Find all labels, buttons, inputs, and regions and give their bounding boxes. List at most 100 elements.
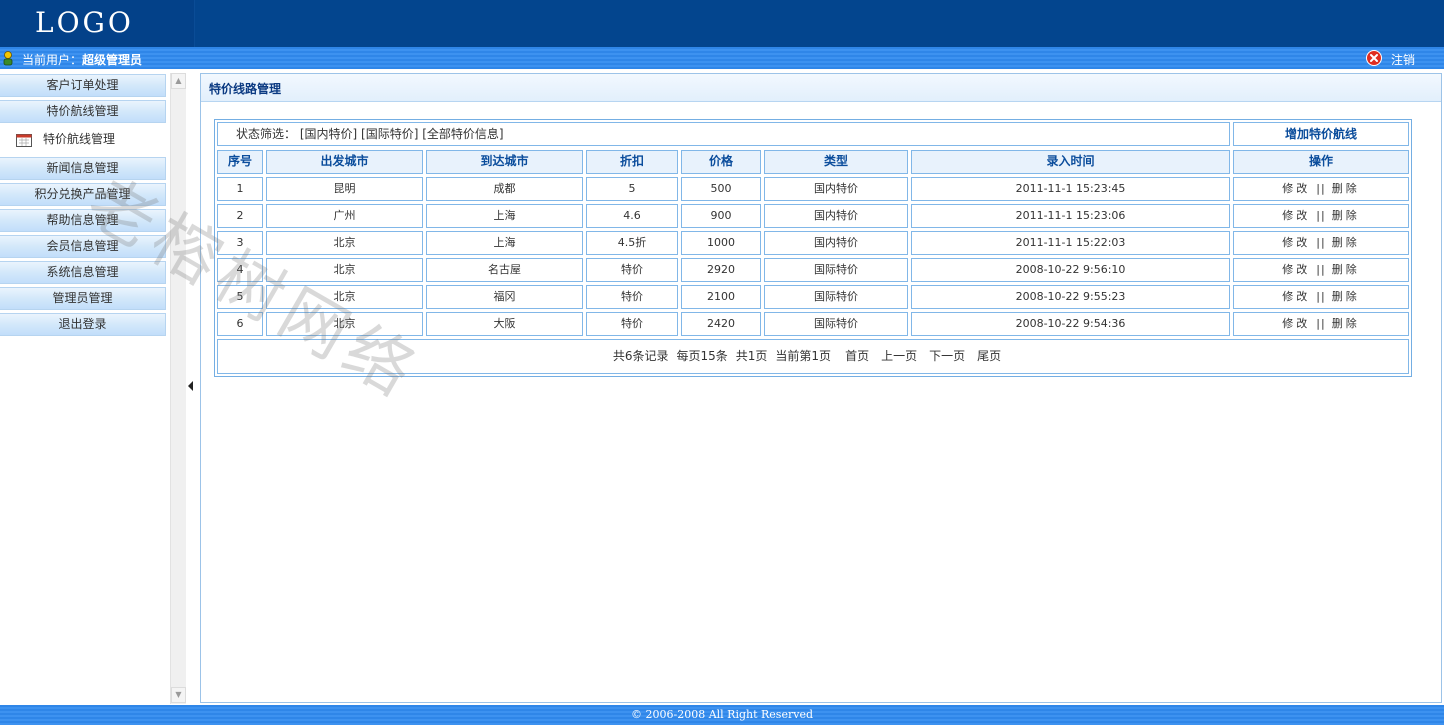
- sidebar-scrollbar[interactable]: ▲ ▼: [170, 73, 186, 704]
- content-box: 状态筛选： [国内特价] [国际特价] [全部特价信息] 增加特价航线 序号 出…: [214, 119, 1412, 377]
- table-cell-index: 2: [217, 204, 263, 228]
- table-cell-time: 2008-10-22 9:55:23: [911, 285, 1230, 309]
- table-cell-price: 2100: [681, 285, 761, 309]
- logo-area: LOGO: [0, 0, 195, 47]
- page-title: 特价线路管理: [209, 82, 282, 96]
- sidebar-item-label: 特价航线管理: [43, 132, 116, 146]
- pagination-bar: 共6条记录 每页15条 共1页 当前第1页 首页 上一页 下一页 尾页: [217, 339, 1409, 374]
- table-cell-to: 福冈: [426, 285, 583, 309]
- add-special-route-button[interactable]: 增加特价航线: [1233, 122, 1409, 146]
- table-cell-actions: 修改 || 删除: [1233, 312, 1409, 336]
- col-header-price: 价格: [681, 150, 761, 174]
- delete-link[interactable]: 删除: [1332, 236, 1360, 249]
- sidebar-item-admins[interactable]: 管理员管理: [0, 287, 166, 310]
- table-cell-from: 北京: [266, 231, 423, 255]
- table-cell-index: 1: [217, 177, 263, 201]
- sidebar-item-members[interactable]: 会员信息管理: [0, 235, 166, 258]
- col-header-actions: 操作: [1233, 150, 1409, 174]
- col-header-discount: 折扣: [586, 150, 678, 174]
- delete-link[interactable]: 删除: [1332, 290, 1360, 303]
- table-cell-to: 大阪: [426, 312, 583, 336]
- table-cell-price: 2920: [681, 258, 761, 282]
- table-cell-to: 上海: [426, 204, 583, 228]
- table-cell-type: 国际特价: [764, 258, 908, 282]
- sidebar-item-points-products[interactable]: 积分兑换产品管理: [0, 183, 166, 206]
- delete-link[interactable]: 删除: [1332, 263, 1360, 276]
- table-cell-type: 国际特价: [764, 285, 908, 309]
- pager-next[interactable]: 下一页: [929, 349, 965, 363]
- table-cell-to: 名古屋: [426, 258, 583, 282]
- collapse-arrow-icon[interactable]: [188, 381, 193, 391]
- pager-first[interactable]: 首页: [845, 349, 869, 363]
- filter-all[interactable]: [全部特价信息]: [422, 127, 503, 141]
- action-separator: ||: [1316, 290, 1326, 303]
- delete-link[interactable]: 删除: [1332, 209, 1360, 222]
- table-cell-to: 上海: [426, 231, 583, 255]
- col-header-index: 序号: [217, 150, 263, 174]
- table-cell-index: 3: [217, 231, 263, 255]
- table-cell-discount: 4.5折: [586, 231, 678, 255]
- table-cell-time: 2011-11-1 15:23:06: [911, 204, 1230, 228]
- add-button-label: 增加特价航线: [1284, 127, 1357, 141]
- action-separator: ||: [1316, 263, 1326, 276]
- filter-bar: 状态筛选： [国内特价] [国际特价] [全部特价信息]: [217, 122, 1230, 146]
- table-cell-time: 2008-10-22 9:54:36: [911, 312, 1230, 336]
- sidebar-item-label: 积分兑换产品管理: [34, 187, 131, 201]
- table-cell-actions: 修改 || 删除: [1233, 204, 1409, 228]
- action-separator: ||: [1316, 182, 1326, 195]
- sidebar-item-special-routes-active[interactable]: 特价航线管理: [0, 129, 166, 152]
- close-circle-icon[interactable]: [1366, 50, 1382, 66]
- table-cell-to: 成都: [426, 177, 583, 201]
- copyright-text: © 2006-2008 All Right Reserved: [631, 708, 813, 721]
- edit-link[interactable]: 修改: [1282, 236, 1310, 249]
- table-cell-price: 2420: [681, 312, 761, 336]
- current-user-label: 当前用户：: [22, 53, 83, 67]
- table-cell-from: 北京: [266, 285, 423, 309]
- pager-pages: 共1页: [735, 349, 768, 363]
- sidebar-item-special-routes[interactable]: 特价航线管理: [0, 100, 166, 123]
- sidebar-item-logout[interactable]: 退出登录: [0, 313, 166, 336]
- filter-international[interactable]: [国际特价]: [361, 127, 418, 141]
- table-cell-index: 4: [217, 258, 263, 282]
- table-cell-actions: 修改 || 删除: [1233, 177, 1409, 201]
- pager-prev[interactable]: 上一页: [881, 349, 917, 363]
- edit-link[interactable]: 修改: [1282, 263, 1310, 276]
- col-header-type: 类型: [764, 150, 908, 174]
- sidebar: 客户订单处理 特价航线管理 特价航线管理 新闻信息管理 积分兑换产品管理 帮助信…: [0, 69, 170, 705]
- sidebar-item-news[interactable]: 新闻信息管理: [0, 157, 166, 180]
- table-cell-discount: 特价: [586, 285, 678, 309]
- delete-link[interactable]: 删除: [1332, 182, 1360, 195]
- pager-total: 共6条记录: [612, 349, 669, 363]
- table-cell-index: 5: [217, 285, 263, 309]
- table-cell-type: 国内特价: [764, 177, 908, 201]
- app-window: LOGO 当前用户： 超级管理员 注销 客户订单处理 特价航线管理 特价航线管理…: [0, 0, 1444, 725]
- table-cell-time: 2011-11-1 15:22:03: [911, 231, 1230, 255]
- table-cell-from: 昆明: [266, 177, 423, 201]
- scroll-down-icon[interactable]: ▼: [171, 687, 186, 703]
- table-cell-time: 2011-11-1 15:23:45: [911, 177, 1230, 201]
- edit-link[interactable]: 修改: [1282, 317, 1310, 330]
- edit-link[interactable]: 修改: [1282, 209, 1310, 222]
- logo: LOGO: [35, 6, 134, 39]
- sidebar-item-help[interactable]: 帮助信息管理: [0, 209, 166, 232]
- sidebar-item-label: 帮助信息管理: [46, 213, 119, 227]
- logout-link[interactable]: 注销: [1391, 51, 1415, 68]
- edit-link[interactable]: 修改: [1282, 290, 1310, 303]
- calendar-icon: [16, 134, 32, 147]
- table-cell-type: 国内特价: [764, 231, 908, 255]
- table-cell-price: 500: [681, 177, 761, 201]
- filter-domestic[interactable]: [国内特价]: [300, 127, 357, 141]
- pager-last[interactable]: 尾页: [977, 349, 1001, 363]
- col-header-time: 录入时间: [911, 150, 1230, 174]
- sidebar-item-system[interactable]: 系统信息管理: [0, 261, 166, 284]
- table-cell-actions: 修改 || 删除: [1233, 285, 1409, 309]
- scroll-up-icon[interactable]: ▲: [171, 73, 186, 89]
- edit-link[interactable]: 修改: [1282, 182, 1310, 195]
- pager-per-page: 每页15条: [676, 349, 728, 363]
- delete-link[interactable]: 删除: [1332, 317, 1360, 330]
- sidebar-item-order[interactable]: 客户订单处理: [0, 74, 166, 97]
- user-bar: 当前用户： 超级管理员 注销: [0, 47, 1444, 69]
- main-title-bar: 特价线路管理: [201, 74, 1441, 102]
- table-cell-time: 2008-10-22 9:56:10: [911, 258, 1230, 282]
- table-cell-actions: 修改 || 删除: [1233, 258, 1409, 282]
